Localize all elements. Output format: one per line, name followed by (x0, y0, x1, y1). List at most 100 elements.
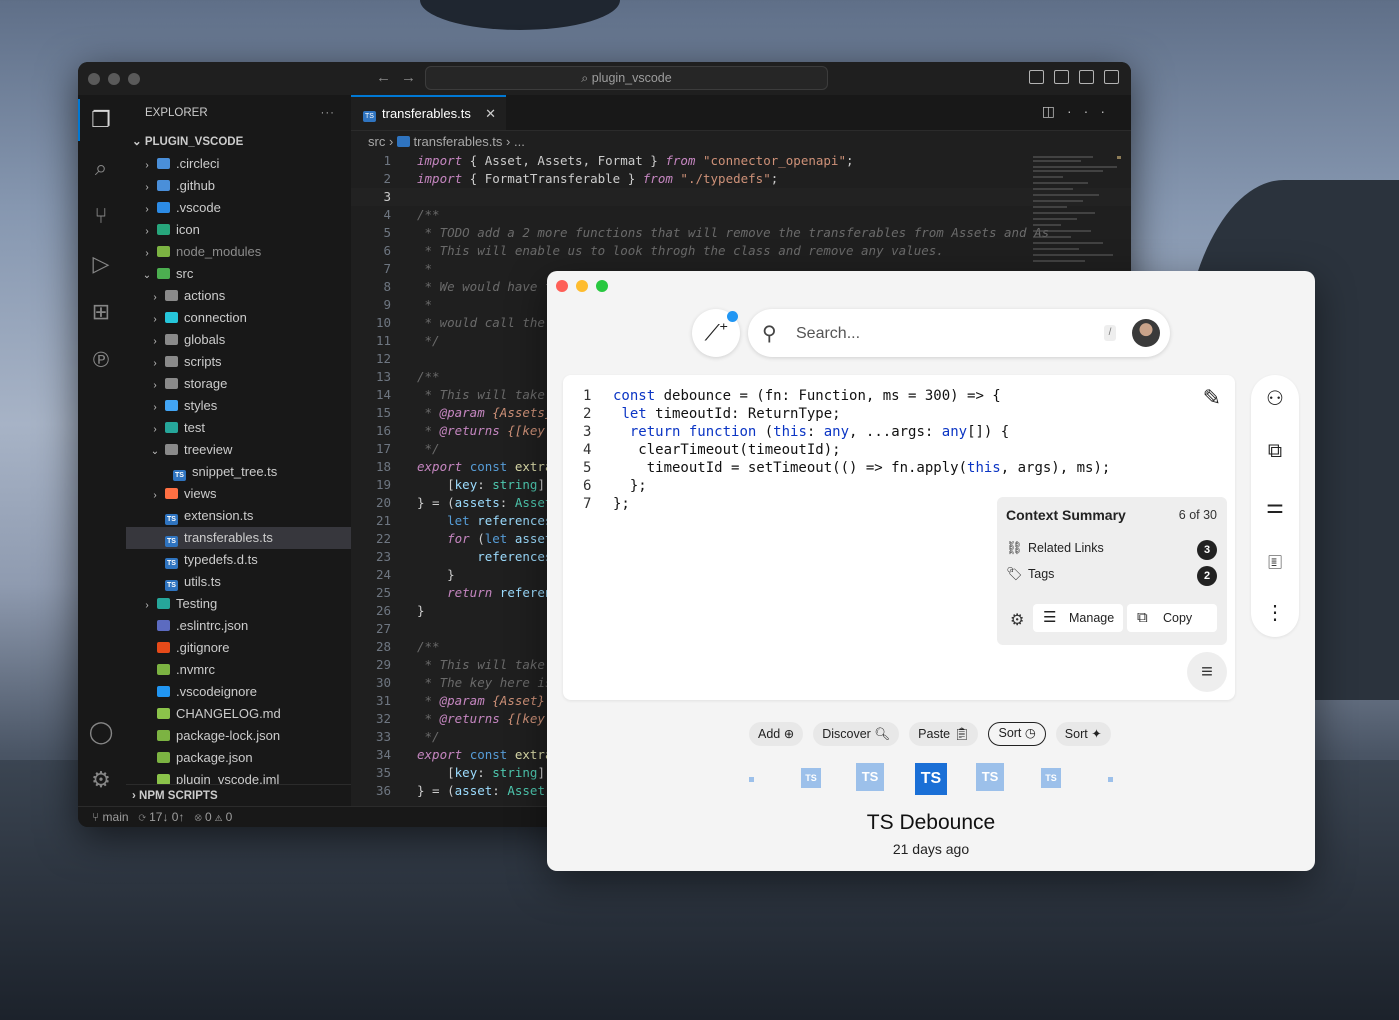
more-vert-icon[interactable]: ⋮ (1263, 601, 1287, 625)
manage-button[interactable]: ☰ Manage (1033, 604, 1123, 632)
sort-recent-button[interactable]: Sort ◷ (988, 722, 1046, 746)
tree-item[interactable]: CHANGELOG.md (126, 703, 351, 725)
search-input[interactable] (794, 321, 1098, 347)
tree-item[interactable]: package.json (126, 747, 351, 769)
gear-icon[interactable]: ⚙ (1010, 610, 1024, 630)
tree-item[interactable]: › .github (126, 175, 351, 197)
copilot-button[interactable]: ⟋⁺ (692, 309, 740, 357)
paste-button[interactable]: Paste 📋︎ (909, 722, 979, 746)
sticky-note-icon[interactable]: 🗉 (1263, 551, 1287, 575)
breadcrumb-separator-icon: › (388, 134, 397, 149)
tree-item-label: icon (176, 222, 200, 237)
carousel-item-ts-icon[interactable] (1108, 777, 1113, 782)
snippet-code[interactable]: 1 const debounce = (fn: Function, ms = 30… (583, 387, 1110, 513)
tree-item[interactable]: › .vscode (126, 197, 351, 219)
context-summary-title: Context Summary (1006, 507, 1126, 523)
extensions-icon[interactable]: ⊞ (88, 299, 114, 325)
toggle-secondary-sidebar-icon[interactable] (1079, 70, 1094, 84)
tree-item[interactable]: › test (126, 417, 351, 439)
toggle-panel-icon[interactable] (1054, 70, 1069, 84)
tree-item[interactable]: package-lock.json (126, 725, 351, 747)
explorer-icon[interactable]: ❐ (78, 99, 114, 141)
related-links-row[interactable]: ⛓ Related Links (1006, 540, 1104, 556)
split-editor-icon[interactable]: ◫ (1042, 103, 1067, 119)
tree-item[interactable]: TS utils.ts (126, 571, 351, 593)
more-editor-actions-icon[interactable]: ··· (1067, 103, 1117, 119)
tree-item[interactable]: .gitignore (126, 637, 351, 659)
tree-item[interactable]: .eslintrc.json (126, 615, 351, 637)
tree-item[interactable]: › storage (126, 373, 351, 395)
copy-icon[interactable]: ⧉ (1263, 439, 1287, 463)
tree-item[interactable]: › globals (126, 329, 351, 351)
carousel-item-ts-icon[interactable] (749, 777, 754, 782)
sync-status[interactable]: 17↓ 0↑ (149, 810, 184, 824)
tree-item[interactable]: TS extension.ts (126, 505, 351, 527)
settings-gear-icon[interactable]: ⚙ (88, 767, 114, 793)
add-button[interactable]: Add ⊕ (749, 722, 804, 746)
tab-transferables[interactable]: TS transferables.ts ✕ (351, 95, 506, 130)
tree-item-label: .eslintrc.json (176, 618, 249, 633)
accounts-icon[interactable]: ◯ (88, 719, 114, 745)
edit-pencil-icon[interactable]: ✎ (1203, 385, 1221, 411)
carousel-item-ts-icon[interactable]: TS (856, 763, 884, 791)
tree-item-label: extension.ts (184, 508, 254, 523)
tree-item[interactable]: › node_modules (126, 241, 351, 263)
close-window-button[interactable] (556, 280, 568, 292)
pieces-icon[interactable]: ℗ (88, 347, 114, 373)
avatar[interactable] (1132, 319, 1160, 347)
tree-item[interactable]: › .circleci (126, 153, 351, 175)
close-tab-icon[interactable]: ✕ (485, 97, 496, 130)
project-root[interactable]: ⌄ PLUGIN_VSCODE (126, 131, 351, 153)
tree-item[interactable]: TS typedefs.d.ts (126, 549, 351, 571)
more-actions-icon[interactable]: ··· (321, 95, 336, 131)
breadcrumb-symbol[interactable]: ... (514, 134, 525, 149)
format-lines-button[interactable]: ≡ (1187, 652, 1227, 692)
carousel-item-ts-icon[interactable]: TS (976, 763, 1004, 791)
carousel-item-ts-icon[interactable]: TS (801, 768, 821, 788)
npm-scripts-section[interactable]: › NPM SCRIPTS (126, 784, 351, 807)
chevron-down-icon: ⌄ (142, 270, 152, 281)
tree-item[interactable]: ⌄ treeview (126, 439, 351, 461)
folder-icon (157, 598, 170, 609)
tree-item[interactable]: › styles (126, 395, 351, 417)
problems-status[interactable]: ⊗ 0 ⚠ 0 (195, 810, 233, 824)
nav-back-forward-icons[interactable]: ←→ (376, 69, 426, 86)
tree-item[interactable]: › Testing (126, 593, 351, 615)
tags-row[interactable]: 🏷︎ Tags (1006, 566, 1054, 582)
file-tree: › .circleci › .github › .vscode › icon › node_mod… (126, 153, 351, 791)
customize-layout-icon[interactable] (1104, 70, 1119, 84)
zoom-window-button[interactable] (128, 73, 140, 85)
tree-item[interactable]: › scripts (126, 351, 351, 373)
discover-button[interactable]: Discover 🔍︎ (813, 722, 900, 746)
carousel-item-ts-icon[interactable]: TS (1041, 768, 1061, 788)
breadcrumb-folder[interactable]: src (368, 134, 385, 149)
close-window-button[interactable] (88, 73, 100, 85)
tree-item[interactable]: TS snippet_tree.ts (126, 461, 351, 483)
branch-name[interactable]: main (103, 810, 129, 824)
tree-item[interactable]: › icon (126, 219, 351, 241)
command-center-search[interactable]: ⌕ plugin_vscode (425, 66, 828, 90)
carousel-item-ts-icon-selected[interactable]: TS (915, 763, 947, 795)
tree-item[interactable]: .vscodeignore (126, 681, 351, 703)
sort-ai-button[interactable]: Sort ✦ (1055, 722, 1111, 746)
tree-item[interactable]: › connection (126, 307, 351, 329)
minimize-window-button[interactable] (576, 280, 588, 292)
tree-item[interactable]: .nvmrc (126, 659, 351, 681)
source-control-icon[interactable]: ⑂ (88, 203, 114, 229)
search-icon[interactable]: ⌕ (88, 155, 114, 181)
minimap[interactable] (1031, 152, 1121, 272)
tree-item[interactable]: › actions (126, 285, 351, 307)
breadcrumb-file[interactable]: transferables.ts (414, 134, 503, 149)
zoom-window-button[interactable] (596, 280, 608, 292)
snippet-carousel: TS TS TS TS TS (547, 763, 1315, 797)
minimize-window-button[interactable] (108, 73, 120, 85)
toggle-primary-sidebar-icon[interactable] (1029, 70, 1044, 84)
tree-item[interactable]: TS transferables.ts (126, 527, 351, 549)
share-person-link-icon[interactable]: ⚇ (1263, 387, 1287, 411)
tune-sliders-icon[interactable]: ⚌ (1263, 495, 1287, 519)
tree-item[interactable]: ⌄ src (126, 263, 351, 285)
tree-item[interactable]: › views (126, 483, 351, 505)
run-debug-icon[interactable]: ▷ (88, 251, 114, 277)
tree-item-label: treeview (184, 442, 233, 457)
copy-button[interactable]: ⧉ Copy (1127, 604, 1217, 632)
